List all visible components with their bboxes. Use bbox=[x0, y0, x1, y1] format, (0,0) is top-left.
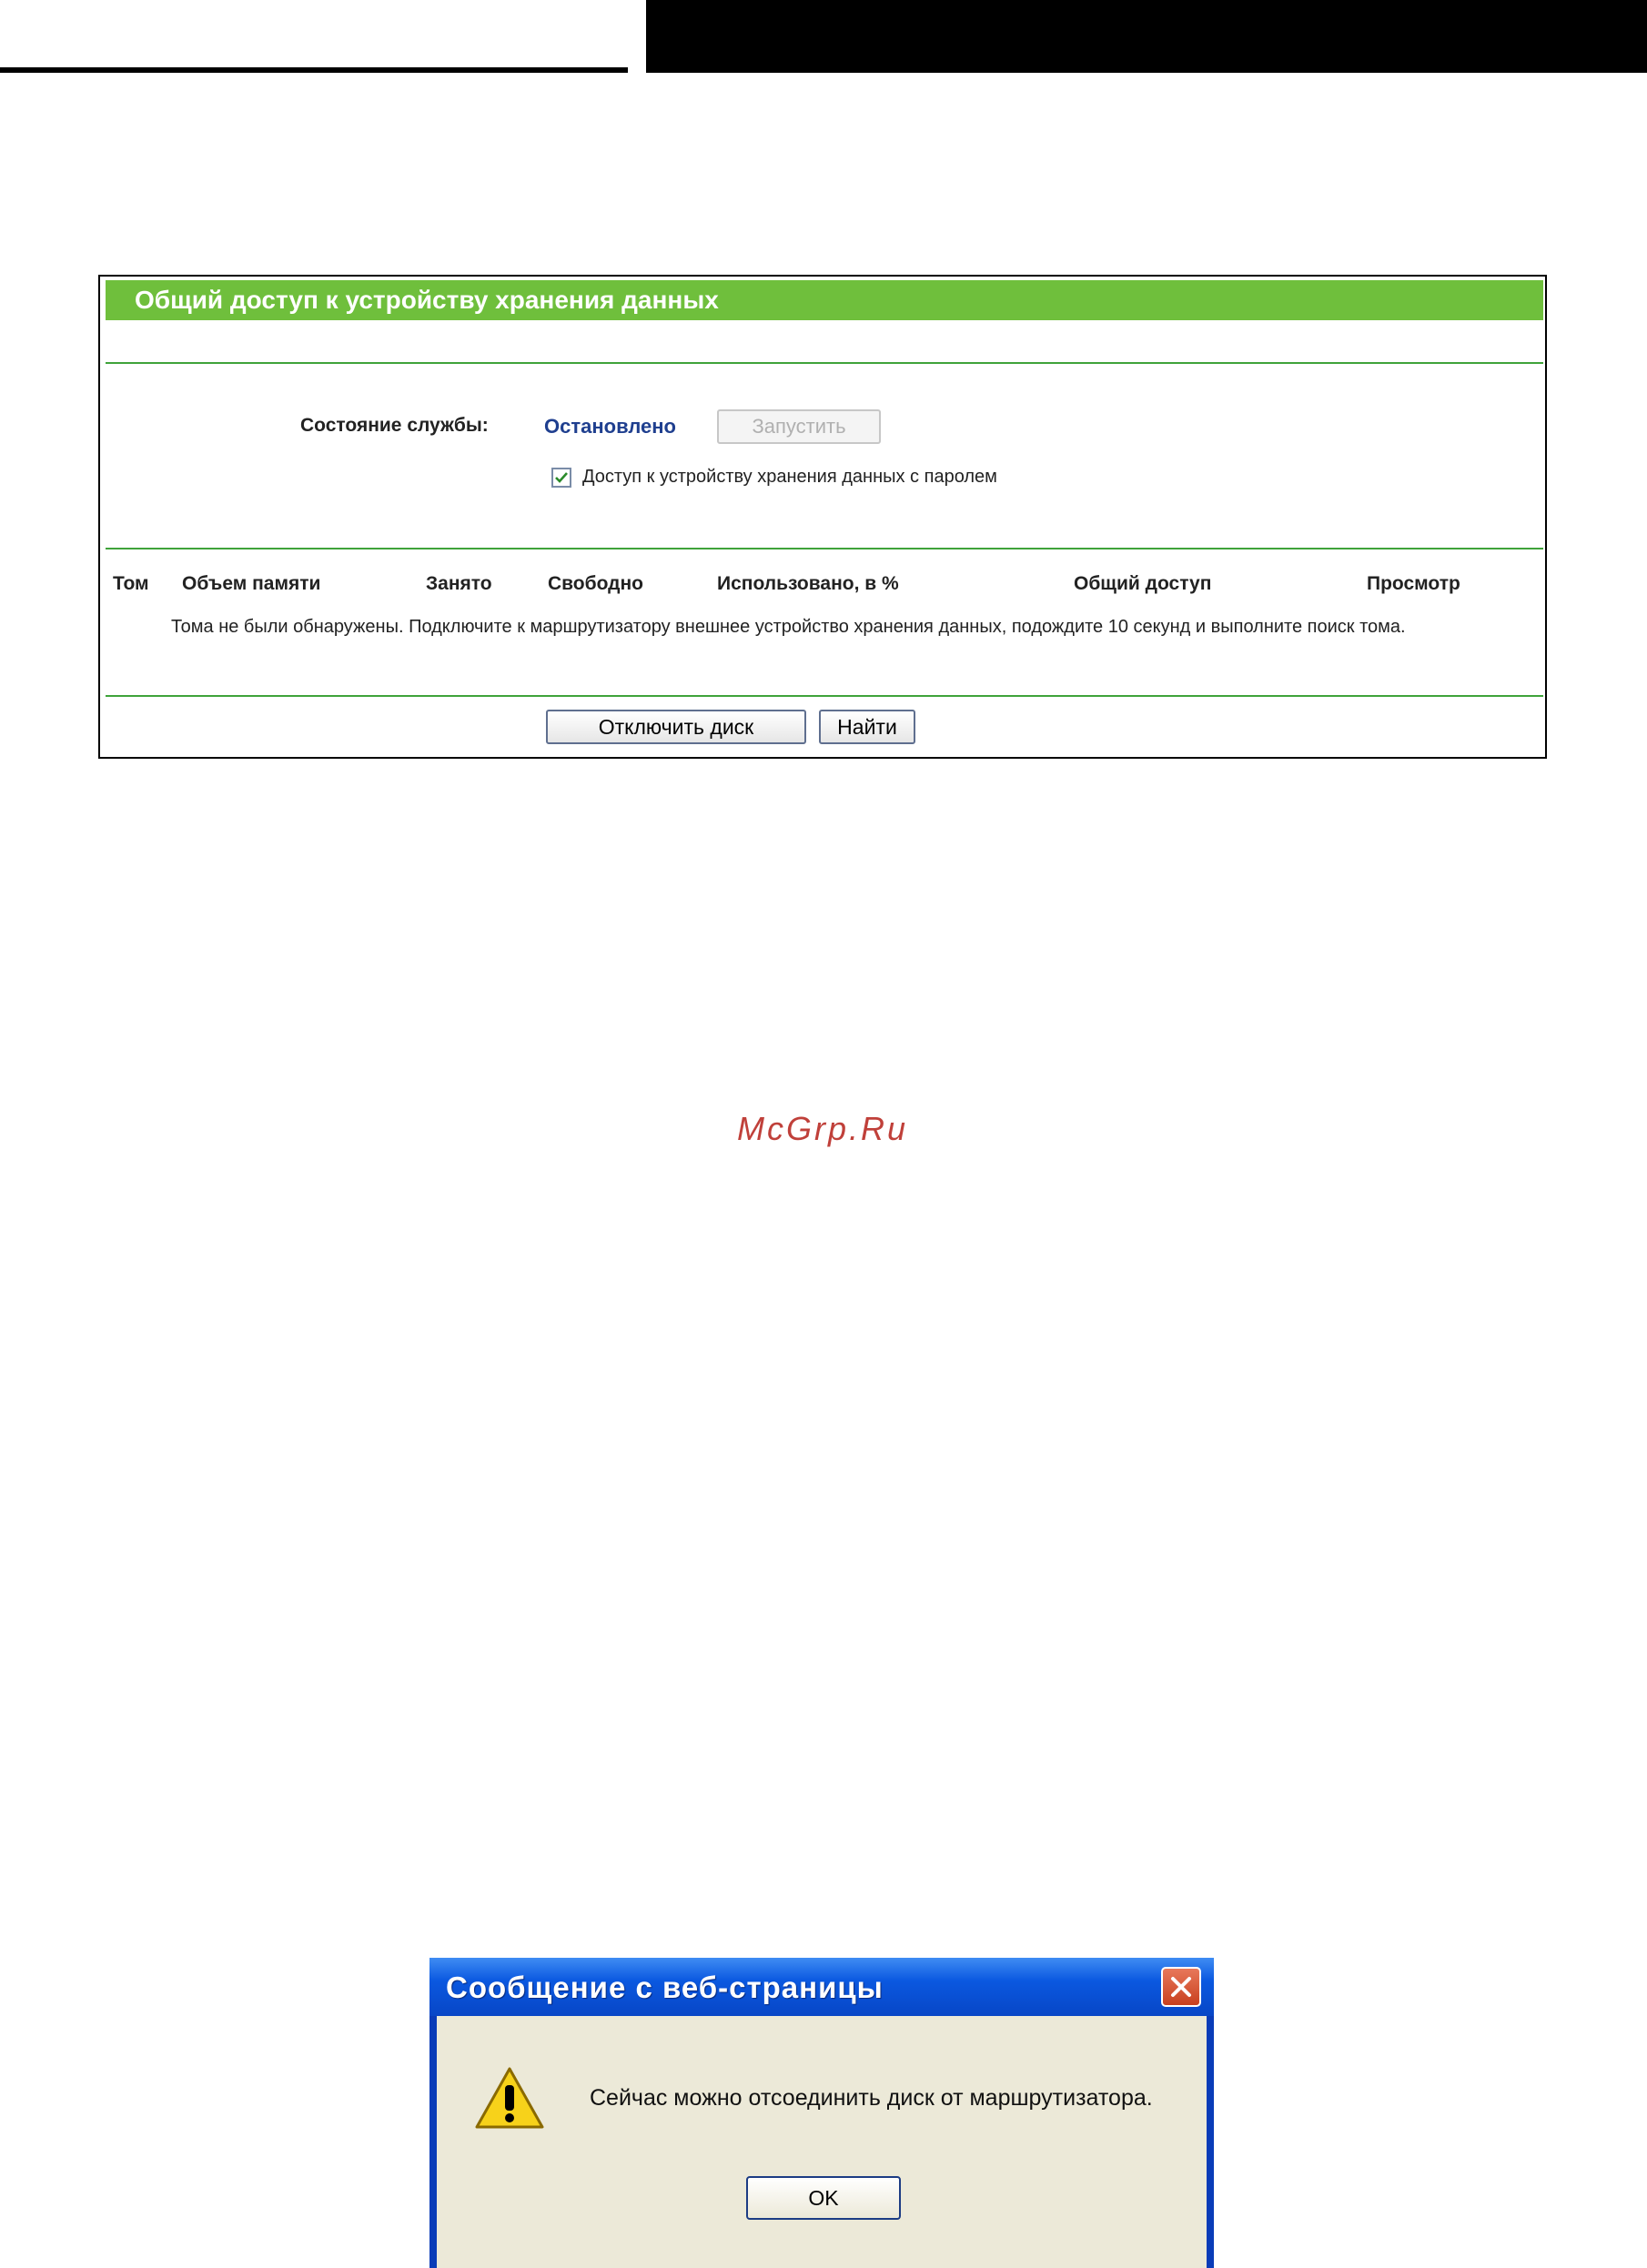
service-status-value: Остановлено bbox=[544, 415, 676, 438]
header-bar-gap bbox=[628, 0, 646, 73]
divider bbox=[106, 362, 1543, 364]
checkmark-icon bbox=[555, 472, 568, 483]
dialog-title: Сообщение с веб-страницы bbox=[446, 1971, 884, 2004]
password-access-label: Доступ к устройству хранения данных с па… bbox=[582, 467, 997, 487]
start-button[interactable]: Запустить bbox=[717, 409, 881, 444]
column-header-sharing: Общий доступ bbox=[1074, 573, 1212, 594]
divider bbox=[106, 548, 1543, 549]
no-volumes-message: Тома не были обнаружены. Подключите к ма… bbox=[171, 617, 1406, 637]
divider bbox=[106, 695, 1543, 697]
header-bar-left bbox=[0, 0, 628, 73]
panel-title: Общий доступ к устройству хранения данны… bbox=[106, 280, 1543, 320]
column-header-free: Свободно bbox=[548, 573, 643, 594]
service-status-label: Состояние службы: bbox=[300, 415, 489, 436]
column-header-view: Просмотр bbox=[1367, 573, 1460, 594]
watermark: McGrp.Ru bbox=[737, 1110, 909, 1147]
dialog-message: Сейчас можно отсоединить диск от маршрут… bbox=[590, 2085, 1153, 2111]
close-icon bbox=[1171, 1977, 1191, 1997]
dialog-titlebar: Сообщение с веб-страницы bbox=[429, 1958, 1214, 2016]
close-button[interactable] bbox=[1161, 1967, 1201, 2007]
dialog-body: Сейчас можно отсоединить диск от маршрут… bbox=[437, 2016, 1207, 2268]
column-header-used: Занято bbox=[426, 573, 492, 594]
password-access-checkbox[interactable] bbox=[551, 468, 571, 488]
disconnect-disk-button[interactable]: Отключить диск bbox=[546, 710, 806, 744]
storage-sharing-panel: Общий доступ к устройству хранения данны… bbox=[98, 275, 1547, 759]
message-dialog: Сообщение с веб-страницы Сейчас можно от… bbox=[429, 1958, 1214, 2268]
column-header-volume: Том bbox=[113, 573, 149, 594]
ok-button[interactable]: OK bbox=[746, 2176, 901, 2220]
find-button[interactable]: Найти bbox=[819, 710, 915, 744]
warning-icon bbox=[475, 2067, 544, 2129]
column-header-capacity: Объем памяти bbox=[182, 573, 321, 594]
column-header-used-percent: Использовано, в % bbox=[717, 573, 899, 594]
header-bar-right bbox=[646, 0, 1647, 73]
